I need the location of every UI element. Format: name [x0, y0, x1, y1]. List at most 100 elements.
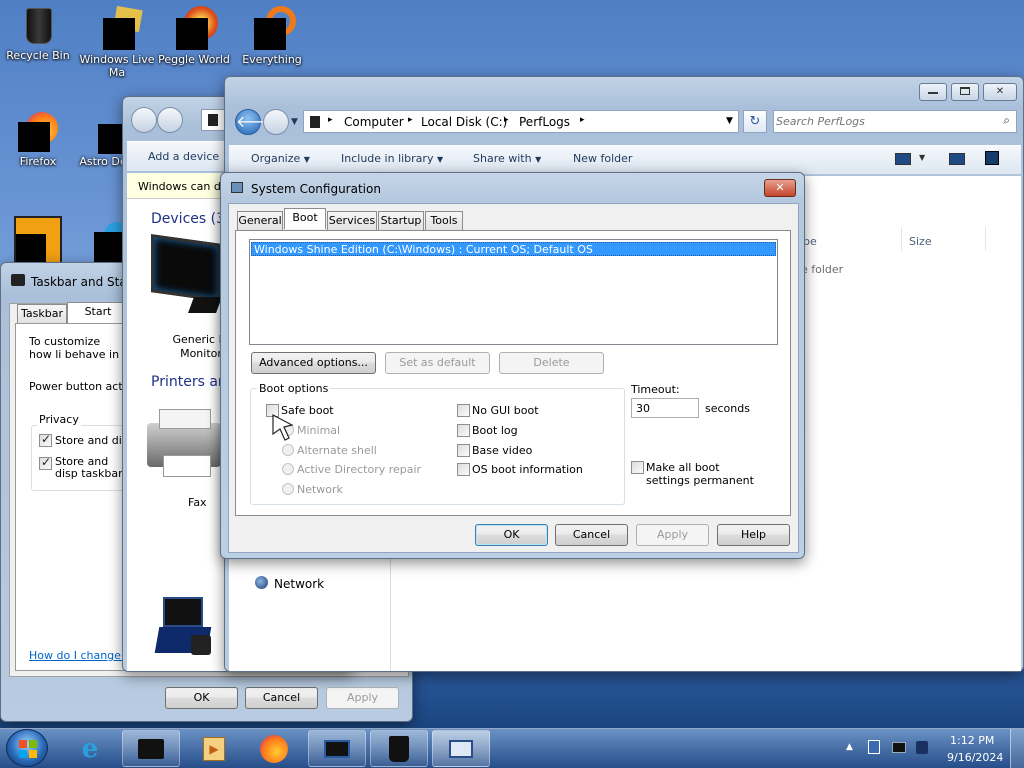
- devices-back-button[interactable]: [131, 107, 157, 133]
- maximize-button[interactable]: [951, 83, 979, 101]
- tray-icon-2[interactable]: [892, 742, 906, 753]
- refresh-button[interactable]: ↻: [743, 110, 767, 133]
- taskbar-cancel-button[interactable]: Cancel: [245, 687, 318, 709]
- share-with-menu[interactable]: Share with ▼: [473, 152, 541, 165]
- boot-log-checkbox[interactable]: [457, 424, 470, 437]
- taskbar-firefox[interactable]: [246, 730, 302, 767]
- minimize-button[interactable]: [919, 83, 947, 101]
- delete-button[interactable]: Delete: [499, 352, 604, 374]
- os-entry-row[interactable]: Windows Shine Edition (C:\Windows) : Cur…: [251, 242, 776, 256]
- tab-boot[interactable]: Boot: [284, 208, 326, 229]
- devices-forward-button[interactable]: [157, 107, 183, 133]
- tab-startup[interactable]: Startup: [378, 211, 424, 230]
- msconfig-ok-button[interactable]: OK: [475, 524, 548, 546]
- add-device-button[interactable]: Add a device: [148, 150, 219, 163]
- no-gui-boot-checkbox[interactable]: [457, 404, 470, 417]
- desktop-icon-partial-e[interactable]: [14, 216, 62, 264]
- network-radio[interactable]: [282, 483, 294, 495]
- store-recent-programs-checkbox[interactable]: [39, 432, 52, 447]
- search-box[interactable]: ⌕: [773, 110, 1017, 133]
- seconds-label: seconds: [705, 402, 750, 415]
- show-hidden-icons-button[interactable]: ▲: [846, 742, 853, 752]
- timeout-input[interactable]: [631, 398, 699, 418]
- tab-start-menu[interactable]: Start Menu: [67, 302, 129, 336]
- breadcrumb-local-disk[interactable]: Local Disk (C:): [421, 115, 507, 129]
- taskbar-apply-button[interactable]: Apply: [326, 687, 399, 709]
- taskbar-ie[interactable]: e: [62, 730, 118, 767]
- views-dropdown-icon[interactable]: ▼: [919, 153, 925, 162]
- everything-icon: [252, 6, 296, 50]
- msconfig-close-button[interactable]: ✕: [764, 179, 796, 197]
- preview-pane-button[interactable]: [949, 153, 965, 165]
- internet-explorer-icon: e: [81, 733, 99, 764]
- fax-icon: [147, 409, 225, 481]
- os-boot-info-label: OS boot information: [472, 463, 583, 476]
- taskbar-media-player[interactable]: ▶: [186, 730, 242, 767]
- include-in-library-menu[interactable]: Include in library ▼: [341, 152, 443, 165]
- msconfig-title: System Configuration: [251, 182, 381, 196]
- nav-network[interactable]: Network: [274, 577, 324, 591]
- tab-general[interactable]: General: [237, 211, 283, 230]
- start-button[interactable]: [6, 729, 48, 767]
- desktop-icon-windows-live[interactable]: Windows Live Ma: [78, 5, 156, 79]
- close-button[interactable]: ✕: [983, 83, 1017, 101]
- make-permanent-checkbox[interactable]: [631, 461, 644, 474]
- device-fax[interactable]: Fax: [188, 496, 207, 509]
- column-type[interactable]: pe: [803, 235, 817, 248]
- clock-time[interactable]: 1:12 PM: [950, 734, 994, 747]
- clock-date[interactable]: 9/16/2024: [947, 751, 1003, 764]
- show-desktop-button[interactable]: [1010, 729, 1024, 768]
- taskbar-devices-printers[interactable]: [122, 730, 180, 767]
- devices-printers-icon: [138, 738, 164, 759]
- os-boot-info-checkbox[interactable]: [457, 463, 470, 476]
- firefox-taskbar-icon: [260, 734, 288, 763]
- forward-button[interactable]: [263, 109, 289, 135]
- breadcrumb-computer[interactable]: Computer: [344, 115, 404, 129]
- msconfig-cancel-button[interactable]: Cancel: [555, 524, 628, 546]
- drive-icon: [310, 116, 320, 128]
- explorer-icon: [324, 739, 350, 758]
- msconfig-help-button[interactable]: Help: [717, 524, 790, 546]
- taskbar-recycle[interactable]: [370, 730, 428, 767]
- tab-tools[interactable]: Tools: [425, 211, 463, 230]
- help-icon[interactable]: [985, 151, 999, 165]
- firefox-icon: [18, 112, 58, 152]
- alternate-shell-radio[interactable]: [282, 444, 294, 456]
- desktop-icon-recycle-bin[interactable]: Recycle Bin: [0, 6, 76, 62]
- network-icon: [255, 576, 268, 589]
- store-recent-items-checkbox[interactable]: [39, 455, 52, 470]
- desktop-icon-firefox[interactable]: Firefox: [0, 112, 76, 168]
- tray-icon-1[interactable]: [868, 740, 880, 754]
- set-as-default-button[interactable]: Set as default: [385, 352, 490, 374]
- taskbar-props-title: Taskbar and Start: [31, 275, 137, 289]
- desktop-icon-peggle[interactable]: Peggle World: [156, 6, 232, 66]
- organize-menu[interactable]: Organize ▼: [251, 152, 310, 165]
- advanced-options-button[interactable]: Advanced options...: [251, 352, 376, 374]
- windows-live-icon: [97, 5, 143, 50]
- tab-taskbar[interactable]: Taskbar: [17, 304, 67, 323]
- base-video-checkbox[interactable]: [457, 444, 470, 457]
- info-bar-text[interactable]: Windows can di: [138, 180, 224, 193]
- tab-services[interactable]: Services: [327, 211, 377, 230]
- recent-pages-dropdown[interactable]: ▼: [291, 117, 298, 127]
- views-button[interactable]: [895, 153, 911, 165]
- msconfig-apply-button[interactable]: Apply: [636, 524, 709, 546]
- help-link[interactable]: How do I change th: [29, 649, 136, 662]
- search-input[interactable]: [776, 112, 986, 131]
- os-listbox[interactable]: Windows Shine Edition (C:\Windows) : Cur…: [249, 239, 778, 345]
- network-label: Network: [297, 483, 343, 496]
- recycle-bin-taskbar-icon: [389, 735, 409, 762]
- column-size[interactable]: Size: [909, 235, 932, 248]
- desktop-icon-everything[interactable]: Everything: [234, 6, 310, 66]
- address-bar[interactable]: ▸ Computer ▸ Local Disk (C:) ▸ PerfLogs …: [303, 110, 739, 133]
- taskbar-system-configuration[interactable]: [432, 730, 490, 767]
- back-button[interactable]: 🡐: [235, 109, 279, 135]
- tray-icon-3[interactable]: [916, 741, 928, 754]
- desktop-icon-partial-blue[interactable]: [94, 222, 130, 262]
- new-folder-button[interactable]: New folder: [573, 152, 632, 165]
- ad-repair-radio[interactable]: [282, 463, 294, 475]
- taskbar-ok-button[interactable]: OK: [165, 687, 238, 709]
- address-dropdown-icon[interactable]: ▼: [726, 116, 733, 126]
- taskbar-explorer[interactable]: [308, 730, 366, 767]
- breadcrumb-perflogs[interactable]: PerfLogs: [519, 115, 570, 129]
